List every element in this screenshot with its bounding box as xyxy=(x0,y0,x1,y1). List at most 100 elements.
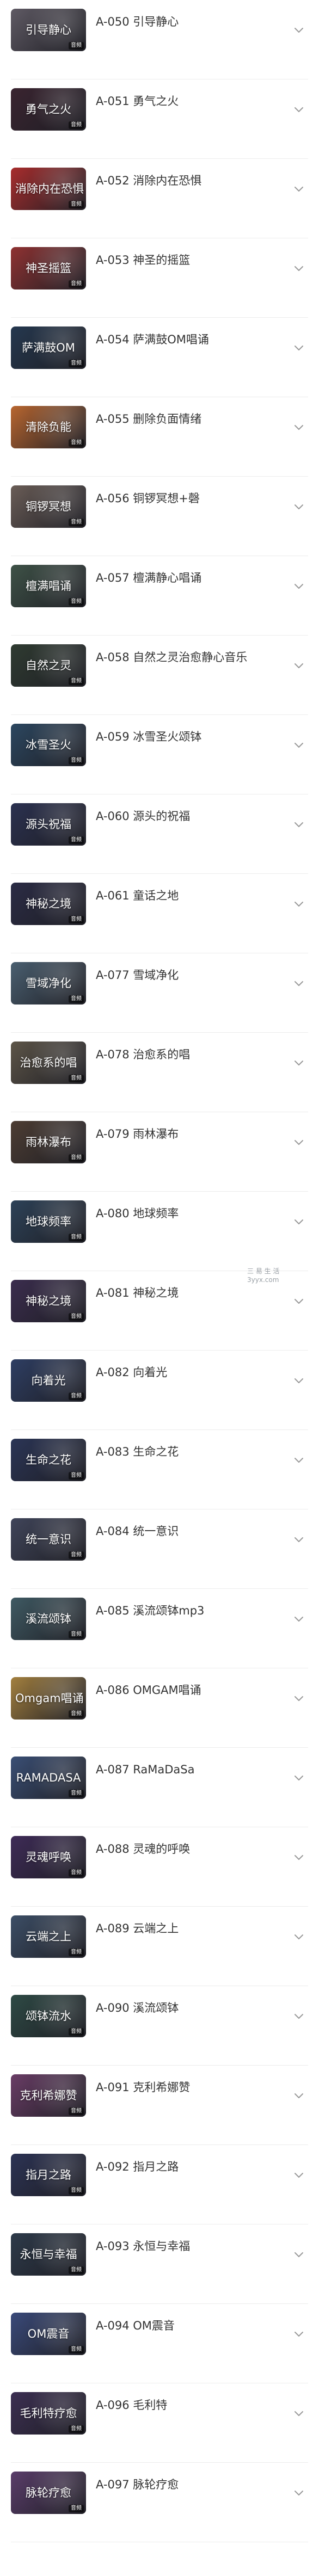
chevron-down-icon[interactable] xyxy=(293,977,305,989)
thumbnail-label: Omgam唱诵 xyxy=(15,1692,84,1705)
item-title: A-086 OMGAM唱诵 xyxy=(96,1684,201,1697)
list-item[interactable]: 神秘之境 音频 A-061 童话之地 xyxy=(0,874,319,953)
chevron-down-icon[interactable] xyxy=(293,1375,305,1386)
list-item[interactable]: 源头祝福 音频 A-060 源头的祝福 xyxy=(0,794,319,874)
chevron-down-icon[interactable] xyxy=(293,2248,305,2260)
list-item[interactable]: 铜锣冥想 音频 A-056 铜锣冥想+磬 xyxy=(0,477,319,556)
list-item[interactable]: 自然之灵 音频 A-058 自然之灵治愈静心音乐 xyxy=(0,636,319,715)
thumbnail-label: 灵魂呼唤 xyxy=(26,1851,71,1864)
list-item[interactable]: 萨满鼓OM 音频 A-054 萨满鼓OM唱诵 xyxy=(0,318,319,397)
chevron-down-icon[interactable] xyxy=(293,660,305,671)
item-thumbnail: 指月之路 音频 xyxy=(11,2154,86,2196)
list-item[interactable]: RAMADASA 音频 A-087 RaMaDaSa xyxy=(0,1748,319,1827)
list-item[interactable]: 雨林瀑布 音频 A-079 雨林瀑布 xyxy=(0,1112,319,1192)
chevron-down-icon[interactable] xyxy=(293,898,305,910)
thumbnail-label: 永恒与幸福 xyxy=(20,2248,77,2261)
chevron-down-icon[interactable] xyxy=(293,1613,305,1625)
list-item[interactable]: 檀满唱诵 音频 A-057 檀满静心唱诵 xyxy=(0,556,319,636)
chevron-down-icon[interactable] xyxy=(293,2328,305,2340)
chevron-down-icon[interactable] xyxy=(293,1136,305,1148)
item-thumbnail: 引导静心 音频 xyxy=(11,9,86,51)
list-item[interactable]: 清除负能 音频 A-055 删除负面情绪 xyxy=(0,397,319,477)
item-thumbnail: 毛利特疗愈 音频 xyxy=(11,2392,86,2435)
list-item[interactable]: 溪流颂钵 音频 A-085 溪流颂钵mp3 xyxy=(0,1589,319,1668)
item-thumbnail: 勇气之火 音频 xyxy=(11,88,86,131)
chevron-down-icon[interactable] xyxy=(293,2169,305,2181)
list-item[interactable]: 消除内在恐惧 音频 A-052 消除内在恐惧 xyxy=(0,159,319,238)
chevron-down-icon[interactable] xyxy=(293,580,305,592)
list-item[interactable]: 治愈系的唱 音频 A-078 治愈系的唱 xyxy=(0,1033,319,1112)
list-item[interactable]: 永恒与幸福 音频 A-093 永恒与幸福 xyxy=(0,2224,319,2304)
chevron-down-icon[interactable] xyxy=(293,262,305,274)
item-thumbnail: 雪域净化 音频 xyxy=(11,962,86,1004)
list-item[interactable]: 脉轮疗愈 音频 A-097 脉轮疗愈 xyxy=(0,2463,319,2542)
audio-badge: 音频 xyxy=(69,757,84,765)
audio-badge: 音频 xyxy=(69,201,84,208)
list-item[interactable]: 地球频率 音频 A-080 地球频率 xyxy=(0,1192,319,1271)
chevron-down-icon[interactable] xyxy=(293,2090,305,2102)
item-title: A-096 毛利特 xyxy=(96,2399,168,2412)
thumbnail-label: 地球频率 xyxy=(26,1215,71,1228)
item-thumbnail: 溪流颂钵 音频 xyxy=(11,1598,86,1640)
thumbnail-label: 冰雪圣火 xyxy=(26,738,71,751)
list-item[interactable]: 冰雪圣火 音频 A-059 冰雪圣火颂钵 xyxy=(0,715,319,794)
chevron-down-icon[interactable] xyxy=(293,1057,305,1069)
audio-badge: 音频 xyxy=(69,1234,84,1241)
audio-badge: 音频 xyxy=(69,2505,84,2512)
chevron-down-icon[interactable] xyxy=(293,1931,305,1943)
item-title: A-093 永恒与幸福 xyxy=(96,2240,191,2253)
chevron-down-icon[interactable] xyxy=(293,1454,305,1466)
item-thumbnail: 冰雪圣火音频 xyxy=(11,724,86,766)
chevron-down-icon[interactable] xyxy=(293,183,305,195)
item-title: A-057 檀满静心唱诵 xyxy=(96,571,202,584)
chevron-down-icon[interactable] xyxy=(293,1533,305,1545)
chevron-down-icon[interactable] xyxy=(293,2407,305,2419)
audio-badge: 音频 xyxy=(69,1392,84,1400)
chevron-down-icon[interactable] xyxy=(293,103,305,115)
list-item[interactable]: 灵魂呼唤 音频 A-088 灵魂的呼唤 xyxy=(0,1827,319,1907)
list-item[interactable]: 颂钵流水 音频 A-090 溪流颂钵 xyxy=(0,1986,319,2066)
item-thumbnail: OM震音 音频 xyxy=(11,2313,86,2355)
list-item[interactable]: 指月之路 音频 A-092 指月之路 xyxy=(0,2145,319,2224)
list-item[interactable]: 毛利特疗愈 音频 A-096 毛利特 xyxy=(0,2383,319,2463)
item-title: A-060 源头的祝福 xyxy=(96,810,191,823)
list-item[interactable]: OM震音 音频 A-094 OM震音 xyxy=(0,2304,319,2383)
chevron-down-icon[interactable] xyxy=(293,1851,305,1863)
list-item[interactable]: 统一意识 音频 A-084 统一意识 xyxy=(0,1509,319,1589)
thumbnail-label: RAMADASA xyxy=(16,1771,81,1784)
list-item[interactable]: 向着光 音频 A-082 向着光 xyxy=(0,1351,319,1430)
chevron-down-icon[interactable] xyxy=(293,818,305,830)
item-thumbnail: 永恒与幸福 音频 xyxy=(11,2233,86,2276)
audio-badge: 音频 xyxy=(69,2107,84,2115)
chevron-down-icon[interactable] xyxy=(293,2487,305,2499)
list-item[interactable]: 神圣摇篮 音频 A-053 神圣的摇篮 xyxy=(0,238,319,318)
chevron-down-icon[interactable] xyxy=(293,421,305,433)
item-thumbnail: 克利希娜赞 音频 xyxy=(11,2074,86,2117)
item-title: A-050 引导静心 xyxy=(96,15,179,28)
thumbnail-label: 颂钵流水 xyxy=(26,2010,71,2023)
audio-badge: 音频 xyxy=(69,995,84,1003)
chevron-down-icon[interactable] xyxy=(293,24,305,36)
item-thumbnail: 源头祝福 音频 xyxy=(11,803,86,846)
list-item[interactable]: Omgam唱诵 音频 A-086 OMGAM唱诵 xyxy=(0,1668,319,1748)
chevron-down-icon[interactable] xyxy=(293,501,305,513)
list-item[interactable]: 引导静心 音频 A-050 引导静心 xyxy=(0,0,319,79)
item-thumbnail: 萨满鼓OM 音频 xyxy=(11,326,86,369)
thumbnail-label: 统一意识 xyxy=(26,1533,71,1546)
chevron-down-icon[interactable] xyxy=(293,1772,305,1784)
list-item[interactable]: 雪域净化 音频 A-077 雪域净化 xyxy=(0,953,319,1033)
list-item[interactable]: 勇气之火 音频 A-051 勇气之火 xyxy=(0,79,319,159)
thumbnail-label: 源头祝福 xyxy=(26,818,71,831)
chevron-down-icon[interactable] xyxy=(293,1692,305,1704)
chevron-down-icon[interactable] xyxy=(293,1216,305,1228)
chevron-down-icon[interactable] xyxy=(293,1295,305,1307)
chevron-down-icon[interactable] xyxy=(293,2010,305,2022)
chevron-down-icon[interactable] xyxy=(293,342,305,354)
list-item[interactable]: 克利希娜赞 音频 A-091 克利希娜赞 xyxy=(0,2066,319,2145)
item-title: A-082 向着光 xyxy=(96,1366,168,1379)
list-item[interactable]: 云端之上 音频 A-089 云端之上 xyxy=(0,1907,319,1986)
thumbnail-label: 神圣摇篮 xyxy=(26,262,71,275)
chevron-down-icon[interactable] xyxy=(293,739,305,751)
item-title: A-077 雪域净化 xyxy=(96,969,179,982)
list-item[interactable]: 生命之花 音频 A-083 生命之花 xyxy=(0,1430,319,1509)
